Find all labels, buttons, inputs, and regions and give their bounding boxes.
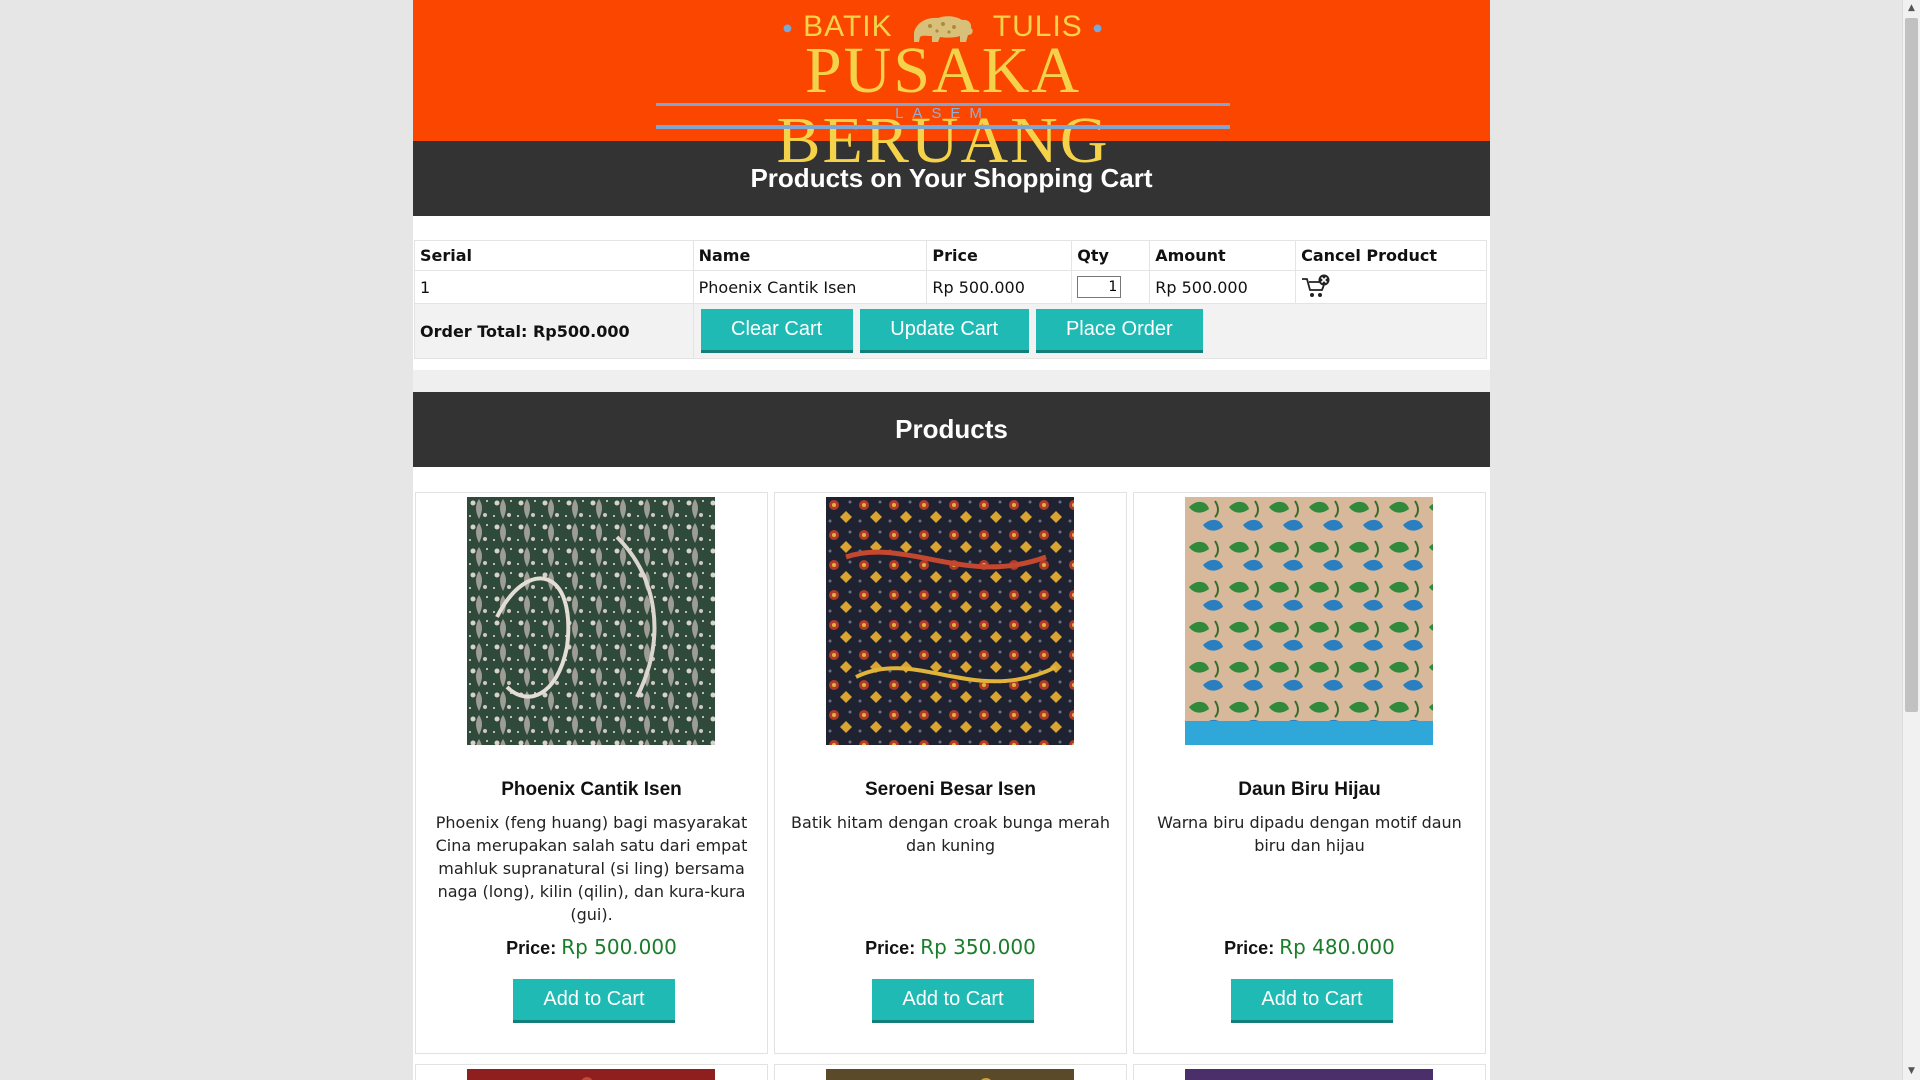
product-price: Price: Rp 350.000 bbox=[865, 935, 1036, 959]
update-cart-button[interactable]: Update Cart bbox=[859, 309, 1029, 353]
cart-item-row: 1 Phoenix Cantik Isen Rp 500.000 Rp 500.… bbox=[414, 270, 1487, 304]
column-header-amount: Amount bbox=[1149, 240, 1297, 271]
product-name: Seroeni Besar Isen bbox=[864, 779, 1037, 800]
page-scrollbar[interactable]: ▲ ▼ bbox=[1902, 0, 1920, 1080]
product-price: Price: Rp 500.000 bbox=[506, 935, 677, 959]
cart-section: Serial Name Price Qty Amount Cancel Prod… bbox=[413, 216, 1490, 370]
add-to-cart-button[interactable]: Add to Cart bbox=[1231, 979, 1393, 1023]
cart-item-price: Rp 500.000 bbox=[926, 270, 1073, 304]
product-grid-next-row bbox=[415, 1064, 1488, 1080]
place-order-button[interactable]: Place Order bbox=[1035, 309, 1203, 353]
cart-item-serial: 1 bbox=[414, 270, 694, 304]
product-image[interactable] bbox=[467, 1069, 715, 1080]
add-to-cart-button[interactable]: Add to Cart bbox=[513, 979, 675, 1023]
product-card bbox=[774, 1064, 1127, 1080]
column-header-price: Price bbox=[926, 240, 1073, 271]
products-section: Phoenix Cantik Isen Phoenix (feng huang)… bbox=[413, 467, 1490, 1080]
page-container: ● BATIK TULIS ● PUSAKA BERUANG LASEM Pro… bbox=[413, 0, 1490, 1080]
column-header-qty: Qty bbox=[1071, 240, 1151, 271]
site-logo[interactable]: ● BATIK TULIS ● PUSAKA BERUANG LASEM bbox=[648, 4, 1238, 176]
remove-from-cart-icon[interactable] bbox=[1301, 274, 1331, 300]
price-label: Price bbox=[506, 938, 551, 958]
price-value: Rp 480.000 bbox=[1279, 935, 1395, 959]
cart-item-cancel-cell bbox=[1295, 270, 1487, 304]
site-banner: ● BATIK TULIS ● PUSAKA BERUANG LASEM bbox=[413, 0, 1490, 176]
add-to-cart-button[interactable]: Add to Cart bbox=[872, 979, 1034, 1023]
order-total: Order Total: Rp500.000 bbox=[414, 303, 694, 359]
product-card: Seroeni Besar Isen Batik hitam dengan cr… bbox=[774, 492, 1127, 1054]
clear-cart-button[interactable]: Clear Cart bbox=[700, 309, 853, 353]
column-header-name: Name bbox=[692, 240, 928, 271]
cart-table: Serial Name Price Qty Amount Cancel Prod… bbox=[414, 240, 1488, 359]
cart-total-row: Order Total: Rp500.000 Clear Cart Update… bbox=[414, 303, 1488, 359]
product-image[interactable] bbox=[467, 497, 715, 745]
scrollbar-thumb[interactable] bbox=[1905, 18, 1918, 712]
product-description: Batik hitam dengan croak bunga merah dan… bbox=[791, 813, 1110, 855]
section-spacer bbox=[413, 370, 1490, 392]
product-description: Phoenix (feng huang) bagi masyarakat Cin… bbox=[435, 813, 748, 924]
product-grid: Phoenix Cantik Isen Phoenix (feng huang)… bbox=[415, 492, 1488, 1054]
product-image[interactable] bbox=[826, 497, 1074, 745]
price-label: Price bbox=[865, 938, 910, 958]
price-value: Rp 350.000 bbox=[920, 935, 1036, 959]
cart-item-qty-cell bbox=[1071, 270, 1151, 304]
cart-header-row: Serial Name Price Qty Amount Cancel Prod… bbox=[414, 240, 1487, 271]
product-name: Daun Biru Hijau bbox=[1238, 779, 1381, 800]
product-card bbox=[415, 1064, 768, 1080]
scroll-down-icon[interactable]: ▼ bbox=[1903, 1063, 1920, 1080]
logo-divider bbox=[656, 125, 1230, 129]
price-label: Price bbox=[1224, 938, 1269, 958]
scroll-up-icon[interactable]: ▲ bbox=[1903, 0, 1920, 17]
product-card bbox=[1133, 1064, 1486, 1080]
cart-actions: Clear Cart Update Cart Place Order bbox=[692, 303, 1488, 359]
product-card: Daun Biru Hijau Warna biru dipadu dengan… bbox=[1133, 492, 1486, 1054]
cart-item-amount: Rp 500.000 bbox=[1149, 270, 1297, 304]
product-image[interactable] bbox=[826, 1069, 1074, 1080]
products-heading: Products bbox=[413, 392, 1490, 467]
product-image[interactable] bbox=[1185, 497, 1433, 745]
logo-sub-text: LASEM bbox=[895, 105, 991, 122]
price-value: Rp 500.000 bbox=[561, 935, 677, 959]
product-price: Price: Rp 480.000 bbox=[1224, 935, 1395, 959]
column-header-cancel: Cancel Product bbox=[1295, 240, 1487, 271]
column-header-serial: Serial bbox=[414, 240, 694, 271]
product-card: Phoenix Cantik Isen Phoenix (feng huang)… bbox=[415, 492, 768, 1054]
product-name: Phoenix Cantik Isen bbox=[501, 779, 682, 800]
product-description: Warna biru dipadu dengan motif daun biru… bbox=[1157, 813, 1462, 855]
cart-item-name: Phoenix Cantik Isen bbox=[692, 270, 928, 304]
quantity-input[interactable] bbox=[1077, 276, 1122, 298]
product-image[interactable] bbox=[1185, 1069, 1433, 1080]
